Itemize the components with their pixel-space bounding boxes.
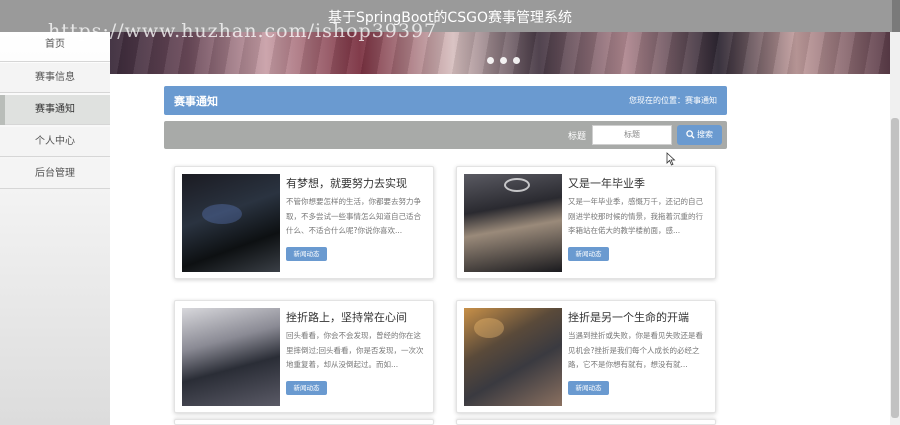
news-title[interactable]: 挫折是另一个生命的开端 bbox=[568, 309, 689, 325]
scrollbar-thumb[interactable] bbox=[891, 118, 899, 418]
news-title[interactable]: 有梦想，就要努力去实现 bbox=[286, 175, 407, 191]
carousel-dots bbox=[487, 57, 520, 64]
news-card-partial[interactable] bbox=[456, 419, 716, 425]
news-summary: 又是一年毕业季，感慨万千，还记的自己刚进学校那时候的情景，我拖着沉重的行李箱站在… bbox=[568, 197, 703, 236]
news-title[interactable]: 又是一年毕业季 bbox=[568, 175, 645, 191]
sidebar: 首页 赛事信息 赛事通知 个人中心 后台管理 bbox=[0, 32, 110, 425]
watermark-text: https://www.huzhan.com/ishop39397 bbox=[48, 20, 438, 42]
page-scrollbar[interactable] bbox=[890, 32, 900, 425]
search-label: 标题 bbox=[568, 132, 587, 142]
carousel-dot[interactable] bbox=[487, 57, 494, 64]
news-title[interactable]: 挫折路上，坚持常在心间 bbox=[286, 309, 407, 325]
top-bar-edge bbox=[892, 0, 900, 32]
sidebar-item-admin[interactable]: 后台管理 bbox=[0, 159, 110, 189]
section-header: 赛事通知 您现在的位置：赛事通知 bbox=[164, 86, 727, 115]
news-thumbnail[interactable] bbox=[182, 308, 280, 406]
news-tag: 新闻动态 bbox=[286, 247, 327, 261]
search-button[interactable]: 搜索 bbox=[677, 125, 722, 145]
news-summary: 回头看看，你会不会发现，曾经的你在这里摔倒过;回头看看，你是否发现，一次次地重复… bbox=[286, 331, 424, 370]
sidebar-item-events[interactable]: 赛事信息 bbox=[0, 63, 110, 93]
sidebar-item-label: 后台管理 bbox=[35, 168, 75, 179]
section-title: 赛事通知 bbox=[174, 95, 218, 108]
sidebar-item-label: 赛事通知 bbox=[35, 104, 75, 115]
news-thumbnail[interactable] bbox=[464, 174, 562, 272]
sidebar-item-profile[interactable]: 个人中心 bbox=[0, 127, 110, 157]
news-summary: 不管你想要怎样的生活，你都要去努力争取，不多尝试一些事情怎么知道自己适合什么、不… bbox=[286, 197, 421, 236]
news-summary: 当遇到挫折或失败，你是看见失败还是看见机会?挫折是我们每个人成长的必经之路，它不… bbox=[568, 331, 703, 370]
news-tag: 新闻动态 bbox=[568, 247, 609, 261]
sidebar-item-label: 个人中心 bbox=[35, 136, 75, 147]
carousel-dot[interactable] bbox=[500, 57, 507, 64]
news-card[interactable]: 有梦想，就要努力去实现 不管你想要怎样的生活，你都要去努力争取，不多尝试一些事情… bbox=[174, 166, 434, 279]
search-icon bbox=[686, 130, 695, 139]
news-tag: 新闻动态 bbox=[286, 381, 327, 395]
mouse-cursor-icon bbox=[666, 152, 676, 166]
carousel-dot[interactable] bbox=[513, 57, 520, 64]
sidebar-item-label: 赛事信息 bbox=[35, 72, 75, 83]
sidebar-item-notices[interactable]: 赛事通知 bbox=[0, 95, 110, 125]
news-card[interactable]: 挫折路上，坚持常在心间 回头看看，你会不会发现，曾经的你在这里摔倒过;回头看看，… bbox=[174, 300, 434, 413]
breadcrumb: 您现在的位置：赛事通知 bbox=[629, 96, 717, 105]
search-input[interactable]: 标题 bbox=[592, 125, 672, 145]
news-card-partial[interactable] bbox=[174, 419, 434, 425]
news-tag: 新闻动态 bbox=[568, 381, 609, 395]
news-thumbnail[interactable] bbox=[464, 308, 562, 406]
news-card[interactable]: 挫折是另一个生命的开端 当遇到挫折或失败，你是看见失败还是看见机会?挫折是我们每… bbox=[456, 300, 716, 413]
news-thumbnail[interactable] bbox=[182, 174, 280, 272]
news-card[interactable]: 又是一年毕业季 又是一年毕业季，感慨万千，还记的自己刚进学校那时候的情景，我拖着… bbox=[456, 166, 716, 279]
search-bar: 标题 标题 搜索 bbox=[164, 121, 727, 149]
search-button-label: 搜索 bbox=[697, 130, 713, 139]
